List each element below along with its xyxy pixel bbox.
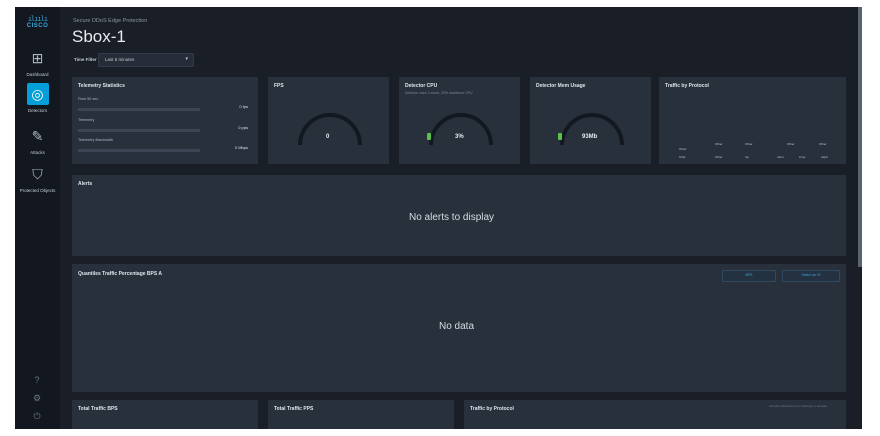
protocol-label: Other — [819, 142, 827, 146]
protocol-label: other — [777, 155, 784, 159]
protocol-label: Total — [679, 155, 686, 159]
card-title: Telemetry Statistics — [78, 83, 125, 89]
stat-bar — [78, 149, 200, 152]
protocol-label: tcp — [745, 155, 750, 159]
total-traffic-bps-card: Total Traffic BPS — [72, 400, 258, 429]
card-title: Total Traffic BPS — [78, 406, 118, 412]
settings-icon[interactable]: ⚙ — [30, 393, 44, 404]
time-filter-value: Last 5 minutes — [105, 57, 135, 62]
protocol-label: Other — [787, 142, 795, 146]
protocol-label: icmp — [799, 155, 806, 159]
protocol-label: udp6 — [821, 155, 828, 159]
stat-bar — [78, 108, 200, 111]
card-title: Traffic by Protocol — [470, 406, 514, 412]
page-title: Sbox-1 — [72, 27, 126, 46]
sidebar-item-protected-objects[interactable]: ⛉ Protected Objects — [15, 163, 60, 193]
traffic-by-protocol-bottom-card: Traffic by Protocol Activate Windows Go … — [464, 400, 846, 429]
protocol-label: Other — [745, 142, 753, 146]
time-filter-label: Time Filter — [74, 57, 97, 62]
sidebar-item-label: Detectors — [27, 108, 48, 113]
card-title: Detector CPU — [405, 83, 438, 89]
stat-name: Flow 50 sec — [78, 97, 99, 101]
sidebar-item-detectors[interactable]: ◎ Detectors — [15, 83, 60, 113]
stat-value: 0 fps — [239, 104, 248, 109]
quantiles-card: Quantiles Traffic Percentage BPS A BPS S… — [72, 264, 846, 392]
sidebar-item-label: Protected Objects — [19, 188, 56, 193]
fps-gauge — [298, 113, 362, 146]
total-traffic-pps-card: Total Traffic PPS — [268, 400, 454, 429]
sidebar: ılıılı CISCO ⊞ Dashboard ◎ Detectors ✎ A… — [15, 7, 60, 429]
app-window: ılıılı CISCO ⊞ Dashboard ◎ Detectors ✎ A… — [15, 7, 862, 429]
cpu-level-indicator — [427, 133, 431, 140]
dashboard-icon: ⊞ — [31, 50, 44, 66]
traffic-by-protocol-card: Traffic by Protocol Other Other Other Ot… — [659, 77, 846, 164]
stat-name: Telemetry — [78, 118, 95, 122]
button-label: Select an IO — [801, 273, 821, 277]
select-io-button[interactable]: Select an IO — [782, 270, 840, 282]
scrollbar[interactable] — [858, 7, 862, 267]
bps-button[interactable]: BPS — [722, 270, 776, 282]
help-icon[interactable]: ? — [30, 375, 44, 385]
alerts-card: Alerts No alerts to display — [72, 175, 846, 256]
stat-value: 0 Mbps — [234, 145, 248, 150]
logo-bars: ılıılı — [27, 15, 48, 23]
card-title: Alerts — [78, 181, 93, 187]
logo-text: CISCO — [26, 23, 49, 29]
protocol-label: Other — [715, 155, 723, 159]
no-data-message: No data — [439, 321, 475, 332]
card-title: Quantiles Traffic Percentage BPS A — [78, 271, 163, 277]
protocol-label: Other — [679, 147, 687, 151]
stat-row: Flow 50 sec 0 fps — [78, 97, 256, 111]
stat-bar — [78, 129, 200, 132]
page-subtitle: Secure DDoS Edge Protection — [73, 18, 148, 24]
main-content: Secure DDoS Edge Protection Sbox-1 Time … — [60, 7, 862, 429]
memory-level-indicator — [558, 133, 562, 140]
stat-row: Telemetry 0 pps — [78, 118, 256, 132]
detector-memory-card: Detector Mem Usage 93Mb — [530, 77, 651, 164]
no-alerts-message: No alerts to display — [409, 212, 495, 223]
protocol-label: Other — [715, 142, 723, 146]
memory-gauge — [560, 113, 624, 146]
detector-cpu-card: Detector CPU Detector uses 2 cores, 20% … — [399, 77, 520, 164]
chevron-down-icon: ▾ — [185, 56, 188, 62]
stat-name: Telemetry Bandwidth — [78, 138, 114, 142]
card-subtitle: Detector uses 2 cores, 20% maximum CPU — [405, 91, 473, 95]
attack-icon: ✎ — [31, 128, 44, 144]
logout-icon[interactable]: ⏻ — [30, 411, 44, 422]
time-filter-select[interactable]: Last 5 minutes ▾ — [98, 53, 194, 67]
card-title: Total Traffic PPS — [274, 406, 314, 412]
shield-icon: ⛉ — [32, 166, 43, 182]
card-title: Traffic by Protocol — [665, 83, 709, 89]
detector-icon: ◎ — [26, 83, 49, 105]
activation-note: Activate Windows Go to Settings to activ… — [769, 404, 828, 408]
sidebar-item-label: Attacks — [30, 150, 45, 155]
card-title: Detector Mem Usage — [536, 83, 586, 89]
telemetry-statistics-card: Telemetry Statistics Flow 50 sec 0 fps T… — [72, 77, 258, 164]
sidebar-item-attacks[interactable]: ✎ Attacks — [15, 125, 60, 155]
stat-value: 0 pps — [238, 125, 248, 130]
cpu-value: 3% — [455, 134, 464, 140]
card-title: FPS — [274, 83, 284, 89]
fps-value: 0 — [326, 134, 330, 140]
memory-value: 93Mb — [582, 134, 598, 140]
cpu-gauge — [429, 113, 493, 146]
button-label: BPS — [745, 273, 753, 277]
stat-row: Telemetry Bandwidth 0 Mbps — [78, 138, 256, 152]
cisco-logo: ılıılı CISCO — [22, 15, 53, 33]
fps-card: FPS 0 — [268, 77, 389, 164]
sidebar-item-dashboard[interactable]: ⊞ Dashboard — [15, 47, 60, 77]
sidebar-item-label: Dashboard — [26, 72, 49, 77]
